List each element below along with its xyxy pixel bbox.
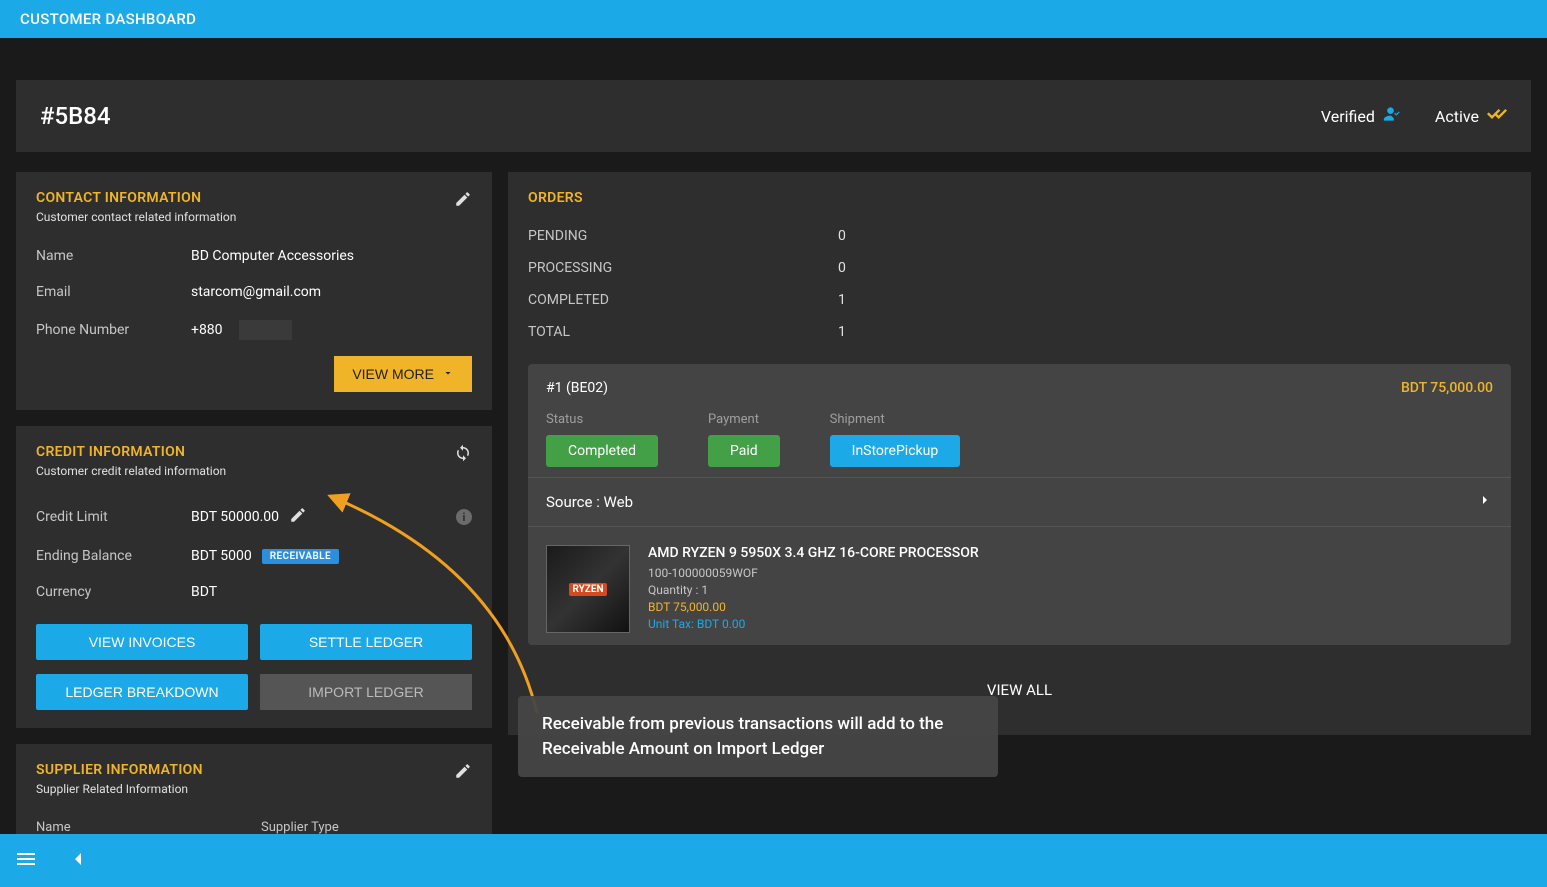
name-value: BD Computer Accessories xyxy=(191,248,354,264)
orders-title: ORDERS xyxy=(528,190,1511,206)
order-product-row: AMD RYZEN 9 5950X 3.4 GHZ 16-CORE PROCES… xyxy=(528,526,1511,645)
view-more-button[interactable]: VIEW MORE xyxy=(334,356,472,392)
shipment-label: Shipment xyxy=(830,412,961,427)
annotation-tooltip: Receivable from previous transactions wi… xyxy=(518,696,998,777)
order-source: Source : Web xyxy=(546,493,633,511)
product-name: AMD RYZEN 9 5950X 3.4 GHZ 16-CORE PROCES… xyxy=(648,545,979,561)
product-image xyxy=(546,545,630,633)
info-icon[interactable]: i xyxy=(456,509,472,525)
order-detail-card: #1 (BE02) BDT 75,000.00 Status Completed… xyxy=(528,364,1511,645)
page-title: CUSTOMER DASHBOARD xyxy=(20,10,196,28)
contact-subtitle: Customer contact related information xyxy=(36,210,236,224)
currency-value: BDT xyxy=(191,584,217,600)
supplier-title: SUPPLIER INFORMATION xyxy=(36,762,203,778)
supplier-info-card: SUPPLIER INFORMATION Supplier Related In… xyxy=(16,744,492,834)
payment-label: Payment xyxy=(708,412,780,427)
supplier-col-type: Supplier Type xyxy=(261,820,339,834)
product-price: BDT 75,000.00 xyxy=(648,600,979,614)
credit-limit-label: Credit Limit xyxy=(36,509,191,525)
view-invoices-button[interactable]: VIEW INVOICES xyxy=(36,624,248,660)
credit-title: CREDIT INFORMATION xyxy=(36,444,226,460)
ending-balance-value: BDT 5000 RECEIVABLE xyxy=(191,548,339,564)
order-source-row[interactable]: Source : Web xyxy=(528,477,1511,526)
order-amount: BDT 75,000.00 xyxy=(1401,380,1493,396)
receivable-badge: RECEIVABLE xyxy=(262,549,339,564)
refresh-credit-button[interactable] xyxy=(454,444,472,462)
status-verified: Verified xyxy=(1321,104,1403,128)
orders-card: ORDERS PENDING 0 PROCESSING 0 COMPLETED … xyxy=(508,172,1531,735)
supplier-col-name: Name xyxy=(36,820,261,834)
orders-total-row: TOTAL 1 xyxy=(528,316,1511,348)
ledger-breakdown-button[interactable]: LEDGER BREAKDOWN xyxy=(36,674,248,710)
edit-supplier-button[interactable] xyxy=(454,762,472,780)
product-qty: Quantity : 1 xyxy=(648,583,979,597)
credit-limit-value: BDT 50000.00 xyxy=(191,506,307,528)
orders-pending-row: PENDING 0 xyxy=(528,220,1511,252)
contact-title: CONTACT INFORMATION xyxy=(36,190,236,206)
orders-processing-row: PROCESSING 0 xyxy=(528,252,1511,284)
user-check-icon xyxy=(1383,104,1403,128)
status-active: Active xyxy=(1435,104,1507,128)
edit-credit-limit-button[interactable] xyxy=(289,506,307,528)
currency-label: Currency xyxy=(36,584,191,600)
contact-info-card: CONTACT INFORMATION Customer contact rel… xyxy=(16,172,492,410)
back-button[interactable] xyxy=(66,847,90,875)
phone-value: +880 xyxy=(191,320,292,340)
product-sku: 100-100000059WOF xyxy=(648,566,979,580)
bottom-bar xyxy=(0,834,1547,887)
top-bar: CUSTOMER DASHBOARD xyxy=(0,0,1547,38)
phone-masked-area xyxy=(239,320,293,340)
customer-header-card: #5B84 Verified Active xyxy=(16,80,1531,152)
double-check-icon xyxy=(1487,104,1507,128)
name-label: Name xyxy=(36,248,191,264)
phone-label: Phone Number xyxy=(36,322,191,338)
shipment-chip: InStorePickup xyxy=(830,435,961,467)
import-ledger-button[interactable]: IMPORT LEDGER xyxy=(260,674,472,710)
menu-button[interactable] xyxy=(14,847,38,875)
supplier-subtitle: Supplier Related Information xyxy=(36,782,203,796)
email-label: Email xyxy=(36,284,191,300)
edit-contact-button[interactable] xyxy=(454,190,472,208)
chevron-right-icon xyxy=(1477,492,1493,512)
customer-status-group: Verified Active xyxy=(1321,104,1507,128)
status-chip: Completed xyxy=(546,435,658,467)
credit-info-card: CREDIT INFORMATION Customer credit relat… xyxy=(16,426,492,728)
order-id: #1 (BE02) xyxy=(546,380,608,396)
orders-completed-row: COMPLETED 1 xyxy=(528,284,1511,316)
chevron-down-icon xyxy=(442,366,454,382)
product-tax: Unit Tax: BDT 0.00 xyxy=(648,617,979,631)
email-value: starcom@gmail.com xyxy=(191,284,321,300)
settle-ledger-button[interactable]: SETTLE LEDGER xyxy=(260,624,472,660)
payment-chip: Paid xyxy=(708,435,780,467)
credit-subtitle: Customer credit related information xyxy=(36,464,226,478)
customer-id: #5B84 xyxy=(40,102,111,130)
status-label: Status xyxy=(546,412,658,427)
ending-balance-label: Ending Balance xyxy=(36,548,191,564)
